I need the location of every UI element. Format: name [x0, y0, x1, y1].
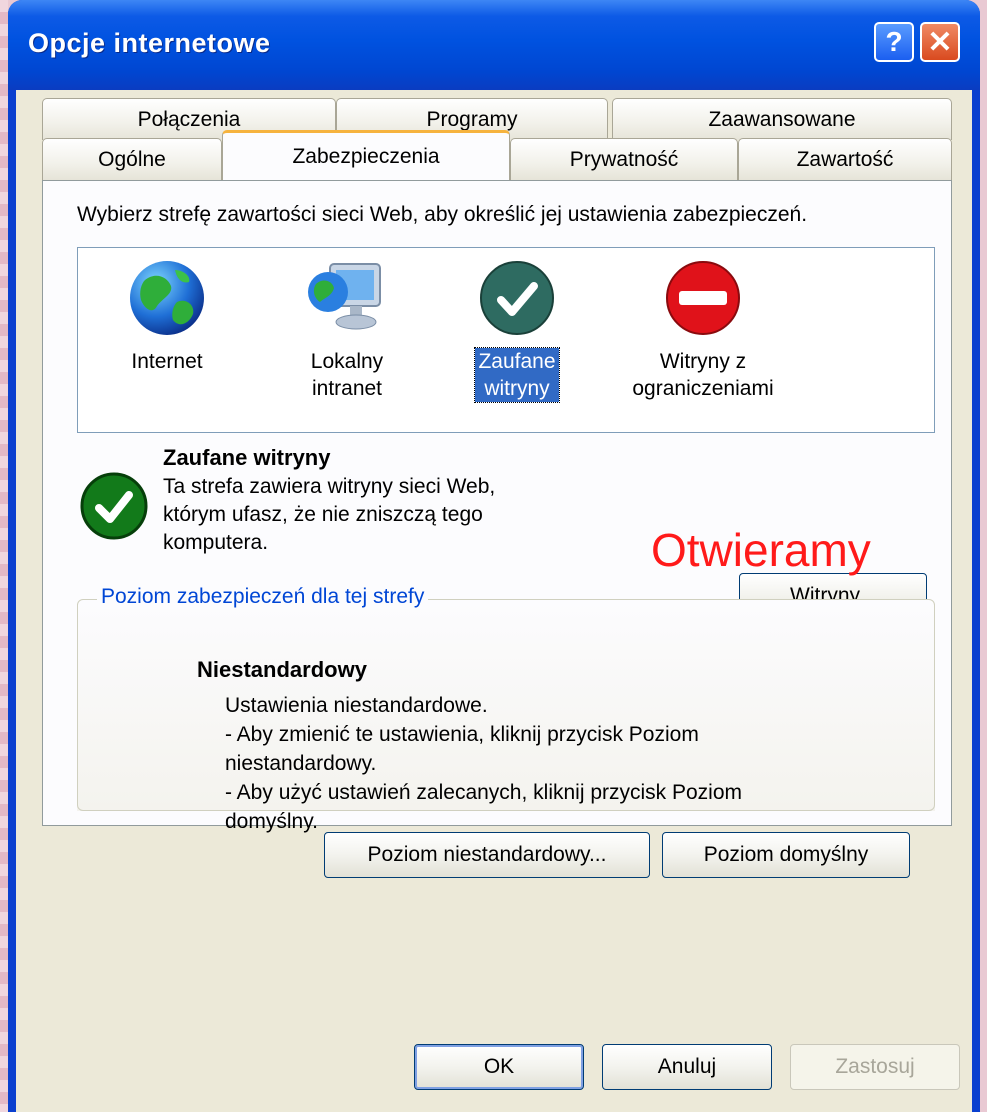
- selected-zone-description: Ta strefa zawiera witryny sieci Web, któ…: [163, 475, 496, 554]
- title-bar[interactable]: Opcje internetowe ? ✕: [8, 0, 980, 90]
- cancel-button[interactable]: Anuluj: [602, 1044, 772, 1090]
- dialog-client-area: Połączenia Programy Zaawansowane Ogólne …: [16, 90, 972, 1112]
- zone-list[interactable]: Internet Lokalny intranet Zaufane witryn…: [77, 247, 935, 433]
- trusted-sites-large-icon: [80, 472, 148, 540]
- zone-trusted-sites[interactable]: Zaufane witryny: [442, 258, 592, 403]
- zone-restricted-sites[interactable]: Witryny z ograniczeniami: [608, 258, 798, 402]
- zone-internet[interactable]: Internet: [92, 258, 242, 375]
- zone-prompt-label: Wybierz strefę zawartości sieci Web, aby…: [77, 203, 808, 226]
- question-mark-icon: ?: [885, 26, 903, 57]
- computer-globe-icon: [308, 263, 381, 330]
- custom-level-button[interactable]: Poziom niestandardowy...: [324, 832, 650, 878]
- red-no-entry-icon: [666, 261, 740, 335]
- default-level-button[interactable]: Poziom domyślny: [662, 832, 910, 878]
- ok-button[interactable]: OK: [414, 1044, 584, 1090]
- close-icon: ✕: [927, 25, 953, 59]
- globe-icon: [130, 261, 204, 335]
- security-level-description: Ustawienia niestandardowe. - Aby zmienić…: [225, 694, 743, 833]
- tab-general[interactable]: Ogólne: [42, 138, 222, 180]
- zone-label: Witryny z ograniczeniami: [632, 350, 774, 400]
- help-button[interactable]: ?: [874, 22, 914, 62]
- zone-label: Zaufane witryny: [474, 347, 560, 403]
- zone-label: Lokalny intranet: [310, 350, 384, 400]
- tab-advanced[interactable]: Zaawansowane: [612, 98, 952, 140]
- desktop-background: [0, 0, 8, 1112]
- green-check-icon: [480, 261, 554, 335]
- tab-security[interactable]: Zabezpieczenia: [222, 130, 510, 180]
- security-tab-panel: Wybierz strefę zawartości sieci Web, aby…: [42, 180, 952, 833]
- annotation-text: Otwieramy: [651, 524, 871, 576]
- tab-privacy[interactable]: Prywatność: [510, 138, 738, 180]
- security-level-group-title: Poziom zabezpieczeń dla tej strefy: [97, 585, 429, 609]
- zone-label: Internet: [131, 350, 203, 373]
- tab-content[interactable]: Zawartość: [738, 138, 952, 180]
- zone-local-intranet[interactable]: Lokalny intranet: [272, 258, 422, 402]
- selected-zone-heading: Zaufane witryny: [163, 445, 331, 470]
- window-title: Opcje internetowe: [28, 28, 271, 58]
- internet-options-dialog: Opcje internetowe ? ✕ Połączenia Program…: [8, 0, 980, 1112]
- security-level-name: Niestandardowy: [197, 657, 367, 682]
- close-button[interactable]: ✕: [920, 22, 960, 62]
- apply-button[interactable]: Zastosuj: [790, 1044, 960, 1090]
